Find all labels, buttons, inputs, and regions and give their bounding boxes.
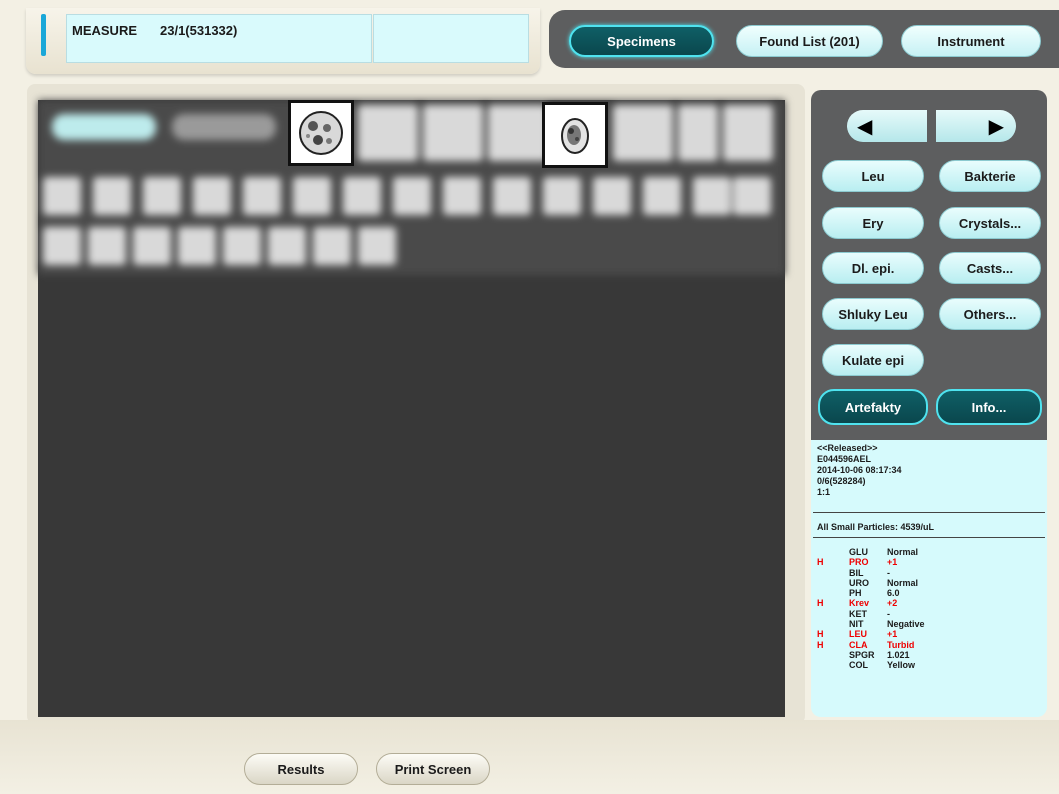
analyte-name: PRO: [849, 557, 869, 568]
analyte-value: Turbid: [887, 639, 915, 650]
chemistry-row: H PRO +1: [817, 557, 967, 567]
results-button[interactable]: Results: [244, 753, 358, 785]
artefakty-button[interactable]: Artefakty: [818, 389, 928, 425]
rack-info: 0/6(528284): [817, 476, 866, 486]
status-accent-bar: [41, 14, 46, 56]
found-list-tab[interactable]: Found List (201): [736, 25, 883, 57]
divider: [813, 512, 1045, 513]
status-panel: [66, 14, 372, 63]
abnormal-flag: [817, 609, 849, 619]
chemistry-results: GLU Normal H PRO +1 BIL - URO Normal PH 6.0 H Krev +2…: [817, 547, 967, 671]
specimen-header: <<Released>> E044596AEL 2014-10-06 08:17…: [817, 443, 902, 498]
print-screen-button[interactable]: Print Screen: [376, 753, 490, 785]
analyte-name: PH: [849, 588, 862, 599]
chemistry-row: SPGR 1.021: [817, 650, 967, 660]
kulate-epi-button[interactable]: Kulate epi: [822, 344, 924, 376]
analyte-name: CLA: [849, 639, 868, 650]
specimen-id: E044596AEL: [817, 454, 872, 464]
dilution: 1:1: [817, 487, 831, 497]
abnormal-flag: H: [817, 639, 824, 650]
instrument-tab[interactable]: Instrument: [901, 25, 1041, 57]
chemistry-row: H LEU +1: [817, 629, 967, 639]
analyte-value: +2: [887, 598, 898, 609]
mode-label: MEASURE: [72, 23, 138, 38]
chemistry-row: KET -: [817, 609, 967, 619]
abnormal-flag: [817, 660, 849, 670]
chemistry-row: COL Yellow: [817, 660, 967, 670]
abnormal-flag: [817, 650, 849, 660]
leukocyte-image: [299, 111, 343, 155]
chemistry-row: H CLA Turbid: [817, 640, 967, 650]
rack-position: 23/1(531332): [160, 23, 238, 38]
cell-thumbnail[interactable]: [542, 102, 608, 168]
small-particles-count: All Small Particles: 4539/uL: [817, 522, 935, 532]
abnormal-flag: H: [817, 557, 824, 568]
analyte-name: Krev: [849, 598, 870, 609]
chemistry-row: BIL -: [817, 568, 967, 578]
abnormal-flag: [817, 547, 849, 557]
specimens-tab[interactable]: Specimens: [569, 25, 714, 57]
previous-button[interactable]: ◀: [847, 110, 927, 142]
footer-bar: [0, 720, 1059, 794]
epithelial-image: [561, 118, 589, 154]
status-panel-secondary: [373, 14, 529, 63]
analyte-value: 6.0: [887, 588, 900, 599]
analyte-value: +1: [887, 557, 898, 568]
analyte-value: -: [887, 567, 890, 578]
bakterie-button[interactable]: Bakterie: [939, 160, 1041, 192]
dl-epi-button[interactable]: Dl. epi.: [822, 252, 924, 284]
next-button[interactable]: ▶: [936, 110, 1016, 142]
chemistry-row: NIT Negative: [817, 619, 967, 629]
chemistry-row: GLU Normal: [817, 547, 967, 557]
analyte-value: 1.021: [887, 649, 910, 660]
abnormal-flag: [817, 568, 849, 578]
analyte-value: Negative: [887, 619, 925, 630]
arrow-right-icon: ▶: [988, 115, 1004, 138]
others-button[interactable]: Others...: [939, 298, 1041, 330]
analyte-name: KET: [849, 608, 867, 619]
abnormal-flag: H: [817, 598, 824, 609]
arrow-left-icon: ◀: [857, 115, 873, 138]
app-window: MEASURE 23/1(531332) Specimens Found Lis…: [0, 0, 1059, 794]
abnormal-flag: H: [817, 629, 824, 640]
measurement-datetime: 2014-10-06 08:17:34: [817, 465, 902, 475]
analyte-name: COL: [849, 660, 868, 671]
chemistry-row: PH 6.0: [817, 588, 967, 598]
release-status: <<Released>>: [817, 443, 878, 453]
crystals-button[interactable]: Crystals...: [939, 207, 1041, 239]
info-button[interactable]: Info...: [936, 389, 1042, 425]
casts-button[interactable]: Casts...: [939, 252, 1041, 284]
analyte-name: URO: [849, 577, 869, 588]
analyte-name: SPGR: [849, 649, 875, 660]
chemistry-row: H Krev +2: [817, 598, 967, 608]
analyte-value: Normal: [887, 547, 919, 557]
analyte-value: +1: [887, 629, 898, 640]
analyte-name: LEU: [849, 629, 867, 640]
abnormal-flag: [817, 578, 849, 588]
blurred-particle-strip: [38, 100, 785, 275]
shluky-leu-button[interactable]: Shluky Leu: [822, 298, 924, 330]
analyte-value: Yellow: [887, 660, 916, 671]
analyte-name: NIT: [849, 619, 864, 630]
ery-button[interactable]: Ery: [822, 207, 924, 239]
abnormal-flag: [817, 619, 849, 629]
analyte-value: -: [887, 608, 890, 619]
chemistry-row: URO Normal: [817, 578, 967, 588]
abnormal-flag: [817, 588, 849, 598]
analyte-name: BIL: [849, 567, 864, 578]
cell-thumbnail[interactable]: [288, 100, 354, 166]
analyte-value: Normal: [887, 577, 919, 588]
divider: [813, 537, 1045, 538]
analyte-name: GLU: [849, 547, 868, 557]
leu-button[interactable]: Leu: [822, 160, 924, 192]
specimen-info-panel: <<Released>> E044596AEL 2014-10-06 08:17…: [811, 440, 1047, 717]
